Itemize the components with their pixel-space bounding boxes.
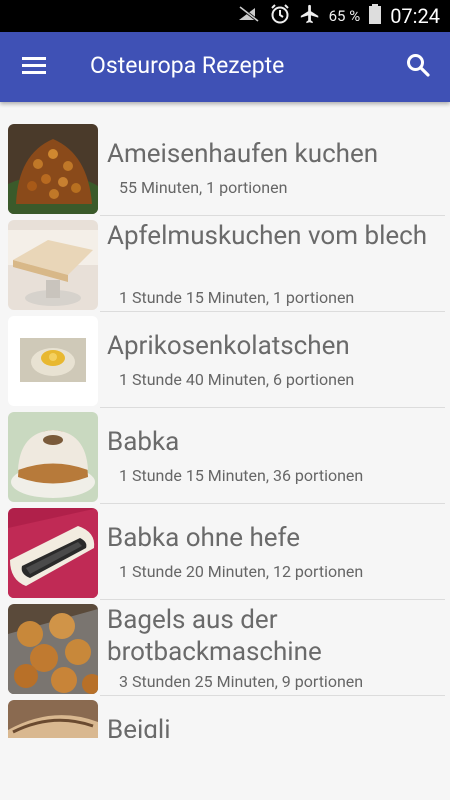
alarm-icon xyxy=(269,3,291,29)
recipe-meta: 1 Stunde 15 Minuten, 1 portionen xyxy=(119,288,355,307)
search-button[interactable] xyxy=(398,49,438,85)
recipe-title: Babka ohne hefe xyxy=(107,523,301,553)
recipe-thumbnail xyxy=(8,220,98,310)
recipe-thumbnail xyxy=(8,604,98,694)
recipe-title: Beigli xyxy=(107,715,171,738)
recipe-title: Bagels aus der brotbackmaschine xyxy=(107,605,322,667)
list-item[interactable]: Aprikosenkolatschen 1 Stunde 40 Minuten,… xyxy=(0,312,450,408)
recipe-thumbnail xyxy=(8,700,98,738)
recipe-meta: 1 Stunde 15 Minuten, 36 portionen xyxy=(119,466,364,485)
page-title: Osteuropa Rezepte xyxy=(90,52,285,79)
airplane-icon xyxy=(299,3,321,29)
recipe-title: Apfelmuskuchen vom blech xyxy=(107,221,428,251)
list-item[interactable]: Babka ohne hefe 1 Stunde 20 Minuten, 12 … xyxy=(0,504,450,600)
recipe-thumbnail xyxy=(8,124,98,214)
clock: 07:24 xyxy=(390,4,440,28)
battery-icon xyxy=(368,3,382,29)
recipe-meta: 55 Minuten, 1 portionen xyxy=(119,178,288,197)
battery-percent: 65 % xyxy=(328,7,361,25)
search-icon xyxy=(405,52,431,82)
recipe-meta: 1 Stunde 20 Minuten, 12 portionen xyxy=(119,562,364,581)
recipe-thumbnail xyxy=(8,412,98,502)
recipe-meta: 3 Stunden 25 Minuten, 9 portionen xyxy=(119,672,364,691)
status-bar: 65 % 07:24 xyxy=(0,0,450,32)
recipe-list[interactable]: Ameisenhaufen kuchen 55 Minuten, 1 porti… xyxy=(0,120,450,738)
list-item[interactable]: Ameisenhaufen kuchen 55 Minuten, 1 porti… xyxy=(0,120,450,216)
list-item[interactable]: Apfelmuskuchen vom blech 1 Stunde 15 Min… xyxy=(0,216,450,312)
recipe-thumbnail xyxy=(8,508,98,598)
recipe-title: Ameisenhaufen kuchen xyxy=(107,139,379,169)
list-item[interactable]: Bagels aus der brotbackmaschine 3 Stunde… xyxy=(0,600,450,696)
hamburger-menu-icon xyxy=(21,55,47,79)
recipe-thumbnail xyxy=(8,316,98,406)
recipe-title: Aprikosenkolatschen xyxy=(107,331,350,361)
list-item[interactable]: Beigli xyxy=(0,696,450,738)
recipe-meta: 1 Stunde 40 Minuten, 6 portionen xyxy=(119,370,355,389)
app-toolbar: Osteuropa Rezepte xyxy=(0,32,450,102)
menu-button[interactable] xyxy=(14,49,54,85)
list-item[interactable]: Babka 1 Stunde 15 Minuten, 36 portionen xyxy=(0,408,450,504)
recipe-title: Babka xyxy=(107,427,180,457)
no-sim-icon xyxy=(237,4,261,28)
